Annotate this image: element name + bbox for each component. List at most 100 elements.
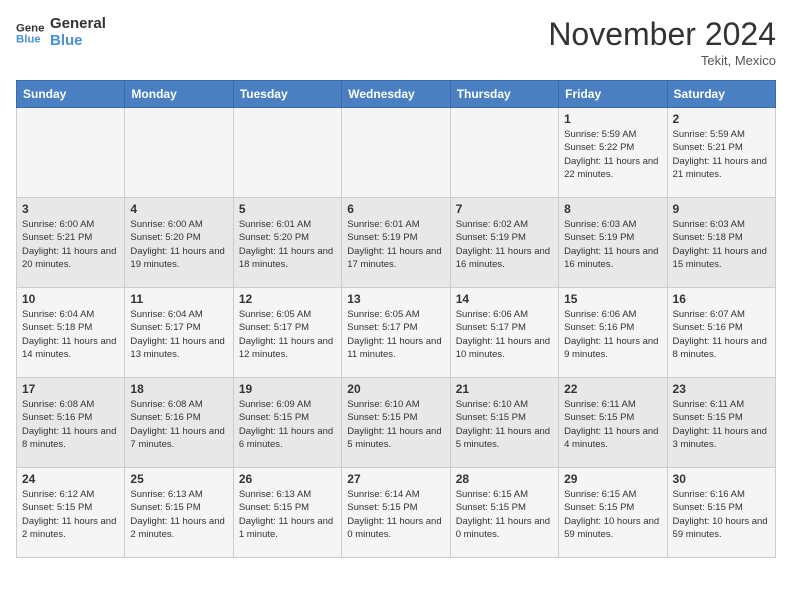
day-info: Sunrise: 5:59 AM Sunset: 5:22 PM Dayligh… [564, 128, 661, 181]
calendar-day-cell: 20 Sunrise: 6:10 AM Sunset: 5:15 PM Dayli… [342, 378, 450, 468]
day-number: 8 [564, 202, 661, 216]
calendar-day-cell [17, 108, 125, 198]
day-number: 28 [456, 472, 553, 486]
day-info: Sunrise: 6:02 AM Sunset: 5:19 PM Dayligh… [456, 218, 553, 271]
day-of-week-header: Sunday [17, 81, 125, 108]
calendar-day-cell [125, 108, 233, 198]
logo-icon: General Blue [16, 19, 44, 47]
calendar-day-cell: 16 Sunrise: 6:07 AM Sunset: 5:16 PM Dayli… [667, 288, 775, 378]
day-number: 23 [673, 382, 770, 396]
logo: General Blue General Blue [16, 16, 106, 49]
day-number: 15 [564, 292, 661, 306]
day-number: 13 [347, 292, 444, 306]
calendar-day-cell: 10Sunrise: 6:04 AM Sunset: 5:18 PM Dayli… [17, 288, 125, 378]
day-number: 16 [673, 292, 770, 306]
day-number: 2 [673, 112, 770, 126]
calendar-week-row: 1 Sunrise: 5:59 AM Sunset: 5:22 PM Daylig… [17, 108, 776, 198]
calendar-day-cell: 9 Sunrise: 6:03 AM Sunset: 5:18 PM Daylig… [667, 198, 775, 288]
day-number: 18 [130, 382, 227, 396]
day-info: Sunrise: 6:00 AM Sunset: 5:20 PM Dayligh… [130, 218, 227, 271]
day-number: 14 [456, 292, 553, 306]
day-info: Sunrise: 6:07 AM Sunset: 5:16 PM Dayligh… [673, 308, 770, 361]
calendar-header: SundayMondayTuesdayWednesdayThursdayFrid… [17, 81, 776, 108]
day-of-week-header: Saturday [667, 81, 775, 108]
calendar-day-cell [450, 108, 558, 198]
calendar-day-cell: 19Sunrise: 6:09 AM Sunset: 5:15 PM Dayli… [233, 378, 341, 468]
day-number: 30 [673, 472, 770, 486]
header-row: SundayMondayTuesdayWednesdayThursdayFrid… [17, 81, 776, 108]
day-of-week-header: Thursday [450, 81, 558, 108]
calendar-day-cell: 6Sunrise: 6:01 AM Sunset: 5:19 PM Daylig… [342, 198, 450, 288]
calendar-day-cell: 23 Sunrise: 6:11 AM Sunset: 5:15 PM Dayli… [667, 378, 775, 468]
day-info: Sunrise: 6:01 AM Sunset: 5:19 PM Dayligh… [347, 218, 444, 271]
calendar-day-cell: 25Sunrise: 6:13 AM Sunset: 5:15 PM Dayli… [125, 468, 233, 558]
day-info: Sunrise: 6:08 AM Sunset: 5:16 PM Dayligh… [22, 398, 119, 451]
calendar-day-cell: 11 Sunrise: 6:04 AM Sunset: 5:17 PM Dayli… [125, 288, 233, 378]
calendar-day-cell: 17 Sunrise: 6:08 AM Sunset: 5:16 PM Dayli… [17, 378, 125, 468]
day-number: 24 [22, 472, 119, 486]
calendar-day-cell: 4 Sunrise: 6:00 AM Sunset: 5:20 PM Daylig… [125, 198, 233, 288]
calendar-day-cell: 2Sunrise: 5:59 AM Sunset: 5:21 PM Daylig… [667, 108, 775, 198]
calendar-day-cell: 12Sunrise: 6:05 AM Sunset: 5:17 PM Dayli… [233, 288, 341, 378]
day-number: 11 [130, 292, 227, 306]
day-number: 27 [347, 472, 444, 486]
calendar-day-cell: 14Sunrise: 6:06 AM Sunset: 5:17 PM Dayli… [450, 288, 558, 378]
day-number: 20 [347, 382, 444, 396]
calendar-day-cell: 7 Sunrise: 6:02 AM Sunset: 5:19 PM Daylig… [450, 198, 558, 288]
day-number: 1 [564, 112, 661, 126]
day-number: 25 [130, 472, 227, 486]
calendar-day-cell: 26 Sunrise: 6:13 AM Sunset: 5:15 PM Dayli… [233, 468, 341, 558]
day-info: Sunrise: 6:08 AM Sunset: 5:16 PM Dayligh… [130, 398, 227, 451]
calendar-day-cell [342, 108, 450, 198]
day-of-week-header: Monday [125, 81, 233, 108]
day-info: Sunrise: 6:10 AM Sunset: 5:15 PM Dayligh… [347, 398, 444, 451]
day-info: Sunrise: 6:03 AM Sunset: 5:18 PM Dayligh… [673, 218, 770, 271]
day-info: Sunrise: 6:12 AM Sunset: 5:15 PM Dayligh… [22, 488, 119, 541]
calendar-day-cell [233, 108, 341, 198]
calendar-table: SundayMondayTuesdayWednesdayThursdayFrid… [16, 80, 776, 558]
day-info: Sunrise: 6:13 AM Sunset: 5:15 PM Dayligh… [239, 488, 336, 541]
calendar-week-row: 24 Sunrise: 6:12 AM Sunset: 5:15 PM Dayli… [17, 468, 776, 558]
day-number: 19 [239, 382, 336, 396]
day-number: 21 [456, 382, 553, 396]
calendar-body: 1 Sunrise: 5:59 AM Sunset: 5:22 PM Daylig… [17, 108, 776, 558]
page-header: General Blue General Blue November 2024 … [16, 16, 776, 68]
day-info: Sunrise: 6:11 AM Sunset: 5:15 PM Dayligh… [564, 398, 661, 451]
day-number: 7 [456, 202, 553, 216]
day-number: 26 [239, 472, 336, 486]
day-of-week-header: Wednesday [342, 81, 450, 108]
calendar-day-cell: 21 Sunrise: 6:10 AM Sunset: 5:15 PM Dayli… [450, 378, 558, 468]
day-number: 17 [22, 382, 119, 396]
calendar-day-cell: 27Sunrise: 6:14 AM Sunset: 5:15 PM Dayli… [342, 468, 450, 558]
calendar-week-row: 10Sunrise: 6:04 AM Sunset: 5:18 PM Dayli… [17, 288, 776, 378]
day-info: Sunrise: 6:15 AM Sunset: 5:15 PM Dayligh… [456, 488, 553, 541]
day-info: Sunrise: 6:03 AM Sunset: 5:19 PM Dayligh… [564, 218, 661, 271]
calendar-week-row: 17 Sunrise: 6:08 AM Sunset: 5:16 PM Dayli… [17, 378, 776, 468]
day-info: Sunrise: 6:05 AM Sunset: 5:17 PM Dayligh… [347, 308, 444, 361]
day-number: 4 [130, 202, 227, 216]
month-title: November 2024 [548, 16, 776, 53]
day-info: Sunrise: 6:00 AM Sunset: 5:21 PM Dayligh… [22, 218, 119, 271]
day-info: Sunrise: 6:16 AM Sunset: 5:15 PM Dayligh… [673, 488, 770, 541]
logo-general: General [50, 16, 106, 33]
day-number: 3 [22, 202, 119, 216]
day-number: 10 [22, 292, 119, 306]
calendar-day-cell: 29Sunrise: 6:15 AM Sunset: 5:15 PM Dayli… [559, 468, 667, 558]
day-of-week-header: Tuesday [233, 81, 341, 108]
day-info: Sunrise: 6:06 AM Sunset: 5:16 PM Dayligh… [564, 308, 661, 361]
day-info: Sunrise: 6:11 AM Sunset: 5:15 PM Dayligh… [673, 398, 770, 451]
day-number: 9 [673, 202, 770, 216]
calendar-day-cell: 28 Sunrise: 6:15 AM Sunset: 5:15 PM Dayli… [450, 468, 558, 558]
day-info: Sunrise: 6:15 AM Sunset: 5:15 PM Dayligh… [564, 488, 661, 541]
day-of-week-header: Friday [559, 81, 667, 108]
calendar-day-cell: 5Sunrise: 6:01 AM Sunset: 5:20 PM Daylig… [233, 198, 341, 288]
calendar-day-cell: 8 Sunrise: 6:03 AM Sunset: 5:19 PM Daylig… [559, 198, 667, 288]
day-info: Sunrise: 6:04 AM Sunset: 5:17 PM Dayligh… [130, 308, 227, 361]
calendar-day-cell: 13 Sunrise: 6:05 AM Sunset: 5:17 PM Dayli… [342, 288, 450, 378]
svg-text:General: General [16, 22, 44, 34]
day-info: Sunrise: 6:10 AM Sunset: 5:15 PM Dayligh… [456, 398, 553, 451]
calendar-day-cell: 22Sunrise: 6:11 AM Sunset: 5:15 PM Dayli… [559, 378, 667, 468]
title-block: November 2024 Tekit, Mexico [548, 16, 776, 68]
day-info: Sunrise: 6:01 AM Sunset: 5:20 PM Dayligh… [239, 218, 336, 271]
logo-blue: Blue [50, 33, 106, 50]
